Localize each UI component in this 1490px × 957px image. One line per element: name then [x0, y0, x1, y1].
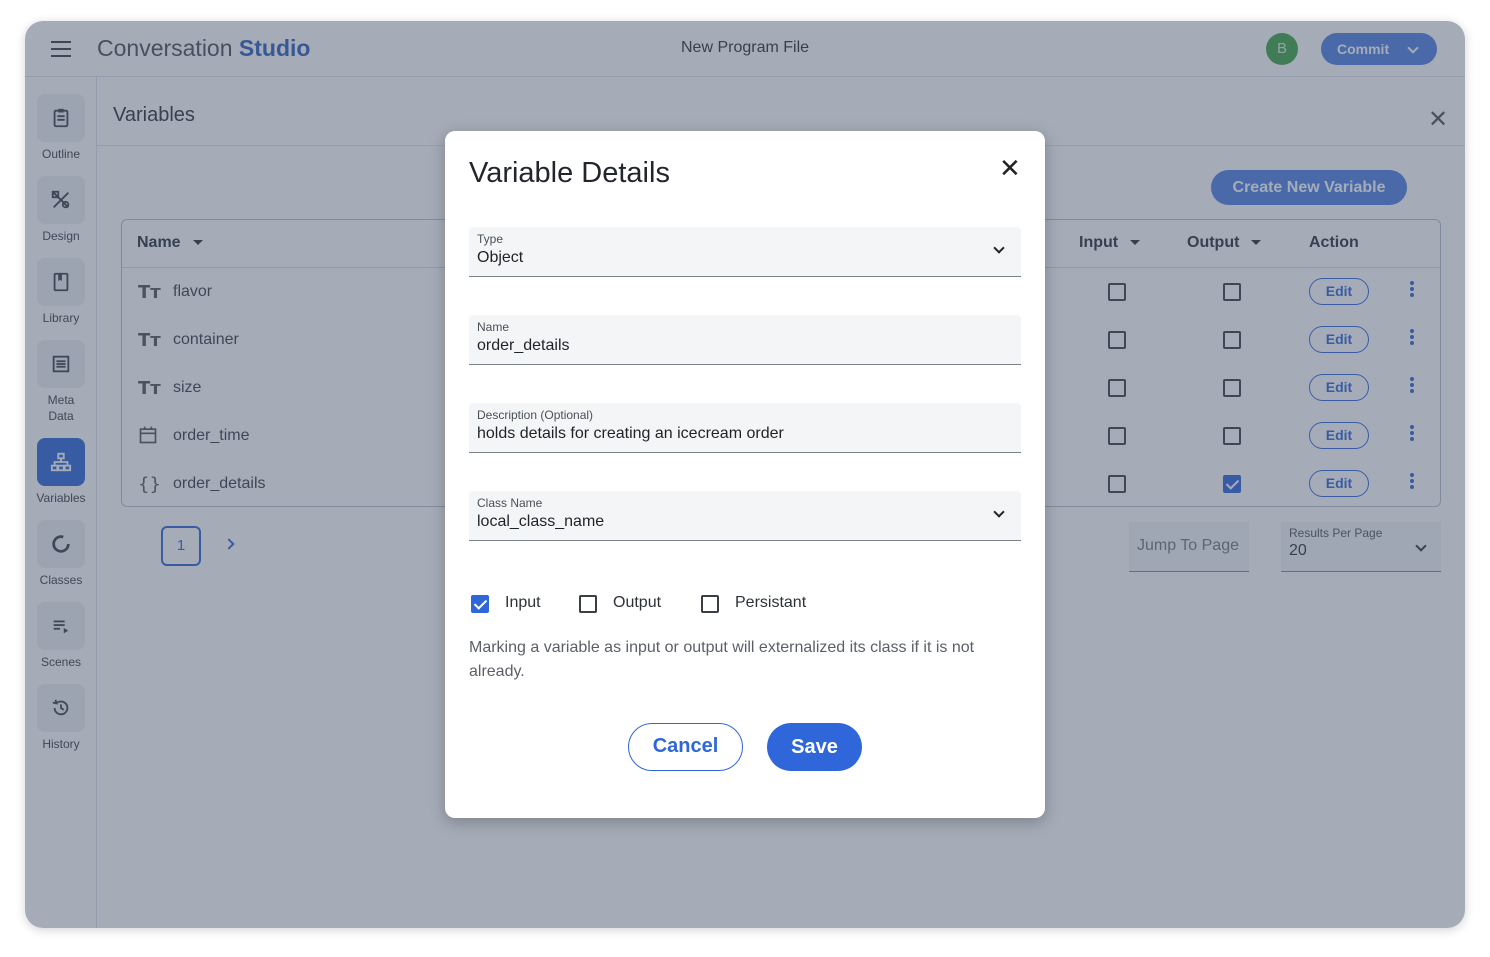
chevron-down-icon: [993, 242, 1005, 254]
field-value: order_details: [477, 337, 570, 354]
persistant-checkbox[interactable]: [701, 595, 719, 613]
description-field[interactable]: Description (Optional) holds details for…: [469, 403, 1021, 453]
input-checkbox-label: Input: [505, 594, 541, 611]
name-field[interactable]: Name order_details: [469, 315, 1021, 365]
cancel-button[interactable]: Cancel: [628, 723, 743, 771]
field-label: Class Name: [477, 496, 543, 510]
field-label: Name: [477, 320, 510, 334]
field-label: Description (Optional): [477, 408, 594, 422]
variable-details-dialog: Variable Details ✕ Type Object Name orde…: [445, 131, 1045, 818]
output-checkbox-label: Output: [613, 594, 662, 611]
chevron-down-icon: [993, 506, 1005, 518]
input-checkbox[interactable]: [471, 595, 489, 613]
help-text: Marking a variable as input or output wi…: [469, 639, 975, 680]
field-value: Object: [477, 249, 524, 266]
field-value: local_class_name: [477, 513, 605, 530]
field-label: Type: [477, 232, 504, 246]
app-window: Conversation Studio New Program File B C…: [25, 21, 1465, 928]
type-select[interactable]: Type Object: [469, 227, 1021, 277]
close-icon[interactable]: ✕: [999, 153, 1021, 184]
save-button[interactable]: Save: [767, 723, 862, 771]
dialog-title: Variable Details: [469, 157, 670, 189]
persistant-checkbox-label: Persistant: [735, 594, 807, 611]
field-value: holds details for creating an icecream o…: [477, 425, 784, 442]
class-name-select[interactable]: Class Name local_class_name: [469, 491, 1021, 541]
output-checkbox[interactable]: [579, 595, 597, 613]
